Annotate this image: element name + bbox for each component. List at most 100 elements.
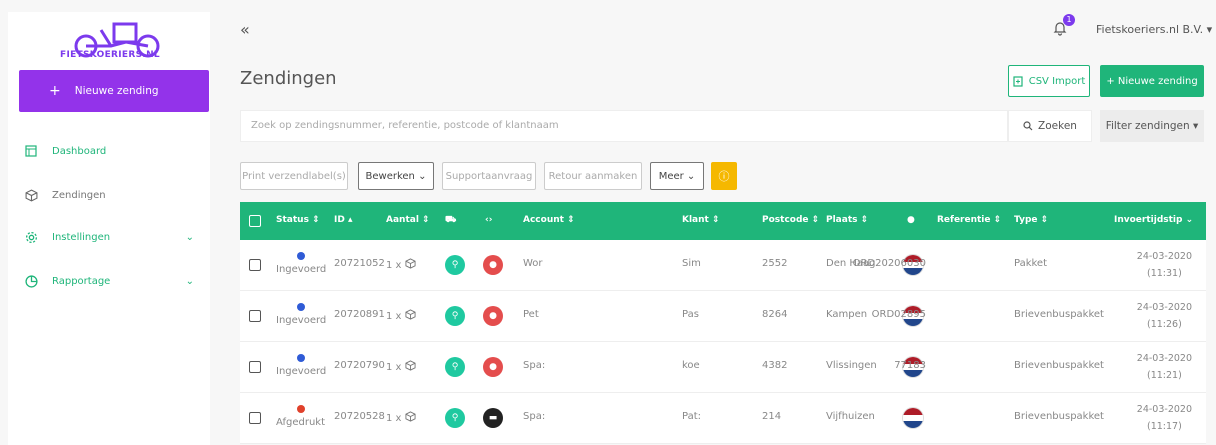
chevron-down-icon: ⌄ <box>185 275 194 287</box>
shipment-id[interactable]: 20721052 <box>334 258 385 269</box>
city: Kampen <box>826 309 868 320</box>
account-name: Spa: <box>523 360 546 371</box>
status-dot <box>297 405 305 413</box>
shipment-id[interactable]: 20720528 <box>334 411 385 422</box>
entry-date: 24-03-2020 <box>1136 251 1192 262</box>
status-label: Ingevoerd <box>276 366 327 377</box>
new-shipment-sidebar-button[interactable]: + Nieuwe zending <box>19 70 209 112</box>
entry-clock: (11:21) <box>1146 370 1182 381</box>
client-name: Sim <box>682 258 701 269</box>
keyboard-icon: ▬ <box>483 408 503 428</box>
company-name: Fietskoeriers.nl B.V. <box>1096 23 1204 36</box>
header-entry-time[interactable]: Invoertijdstip ⌄ <box>1114 215 1193 225</box>
bike-courier-icon: ⚲ <box>445 408 465 428</box>
csv-import-button[interactable]: CSV Import <box>1008 65 1090 97</box>
package-type: Brievenbuspakket <box>1014 309 1104 320</box>
amount: 1 x <box>386 309 416 322</box>
package-icon <box>405 360 416 371</box>
sidebar-item-dashboard[interactable]: Dashboard <box>24 144 194 158</box>
support-request-button[interactable]: Supportaanvraag <box>442 162 536 190</box>
sidebar: FIETSKOERIERS.NL + Nieuwe zending Dashbo… <box>8 12 210 445</box>
search-button[interactable]: Zoeken <box>1008 110 1092 142</box>
package-icon <box>24 188 38 202</box>
client-name: Pas <box>682 309 699 320</box>
table-row[interactable]: Ingevoerd 20721052 1 x ⚲ ● Wor Sim 2552 … <box>240 240 1206 291</box>
header-client[interactable]: Klant ⇕ <box>682 215 720 225</box>
amount: 1 x <box>386 411 416 424</box>
amount: 1 x <box>386 258 416 271</box>
shipment-id[interactable]: 20720891 <box>334 309 385 320</box>
entry-date: 24-03-2020 <box>1136 302 1192 313</box>
header-reference[interactable]: Referentie ⇕ <box>937 215 1001 225</box>
drop-icon: ● <box>483 306 503 326</box>
entry-clock: (11:26) <box>1146 319 1182 330</box>
row-checkbox[interactable] <box>249 259 261 271</box>
drop-icon: ● <box>483 357 503 377</box>
postcode: 4382 <box>762 360 788 371</box>
sidebar-item-label: Dashboard <box>52 145 107 157</box>
sidebar-item-label: Zendingen <box>52 189 106 201</box>
amount: 1 x <box>386 360 416 373</box>
header-amount[interactable]: Aantal ⇕ <box>386 215 430 225</box>
city: Vijfhuizen <box>826 411 875 422</box>
filter-dropdown[interactable]: Filter zendingen ▾ <box>1100 110 1204 142</box>
row-checkbox[interactable] <box>249 412 261 424</box>
row-checkbox[interactable] <box>249 310 261 322</box>
warning-icon[interactable]: ⓘ <box>711 162 737 190</box>
table-row[interactable]: Afgedrukt 20720528 1 x ⚲ ▬ Spa: Pat: 214… <box>240 393 1206 444</box>
netherlands-flag-icon <box>902 407 924 429</box>
chevron-down-icon: ⌄ <box>683 170 696 182</box>
header-city[interactable]: Plaats ⇕ <box>826 215 868 225</box>
postcode: 214 <box>762 411 782 422</box>
table-row[interactable]: Ingevoerd 20720891 1 x ⚲ ● Pet Pas 8264 … <box>240 291 1206 342</box>
create-return-button[interactable]: Retour aanmaken <box>544 162 642 190</box>
header-id[interactable]: ID ▴ <box>334 215 352 225</box>
sidebar-item-instellingen[interactable]: Instellingen ⌄ <box>24 230 194 244</box>
more-dropdown[interactable]: Meer ⌄ <box>650 162 704 190</box>
header-account[interactable]: Account ⇕ <box>523 215 575 225</box>
reference: ORD02895 <box>871 309 926 320</box>
sidebar-item-label: Rapportage <box>52 275 111 287</box>
client-name: Pat: <box>682 411 701 422</box>
header-status[interactable]: Status ⇕ <box>276 215 320 225</box>
header-postcode[interactable]: Postcode ⇕ <box>762 215 819 225</box>
chevron-down-icon: ⌄ <box>414 170 427 182</box>
csv-import-label: CSV Import <box>1028 75 1086 87</box>
new-shipment-button[interactable]: + Nieuwe zending <box>1100 65 1204 97</box>
notification-badge: 1 <box>1063 14 1075 26</box>
select-all-checkbox[interactable] <box>249 215 261 227</box>
dashboard-icon <box>24 144 38 158</box>
package-icon <box>405 258 416 269</box>
edit-dropdown[interactable]: Bewerken ⌄ <box>358 162 434 190</box>
print-labels-button[interactable]: Print verzendlabel(s) <box>240 162 348 190</box>
shipment-id[interactable]: 20720790 <box>334 360 385 371</box>
sidebar-item-label: Instellingen <box>52 231 111 243</box>
bike-icon: ⛟ <box>445 215 457 225</box>
entry-clock: (11:17) <box>1146 421 1182 432</box>
entry-time: 24-03-2020 (11:21) <box>1137 350 1192 384</box>
table-row[interactable]: Ingevoerd 20720790 1 x ⚲ ● Spa: koe 4382… <box>240 342 1206 393</box>
page-title: Zendingen <box>240 68 337 89</box>
logo-text: FIETSKOERIERS.NL <box>60 50 160 60</box>
client-name: koe <box>682 360 700 371</box>
package-icon <box>405 411 416 422</box>
status-dot <box>297 354 305 362</box>
entry-date: 24-03-2020 <box>1136 353 1192 364</box>
sidebar-item-zendingen[interactable]: Zendingen <box>24 188 194 202</box>
city: Vlissingen <box>826 360 877 371</box>
bike-courier-icon: ⚲ <box>445 306 465 326</box>
status-dot <box>297 252 305 260</box>
account-name: Pet <box>523 309 539 320</box>
sidebar-item-rapportage[interactable]: Rapportage ⌄ <box>24 274 194 288</box>
header-type[interactable]: Type ⇕ <box>1014 215 1048 225</box>
entry-time: 24-03-2020 (11:26) <box>1137 299 1192 333</box>
company-menu[interactable]: Fietskoeriers.nl B.V. ▾ <box>1096 23 1212 36</box>
chart-pie-icon <box>24 274 38 288</box>
package-icon <box>405 309 416 320</box>
package-type: Brievenbuspakket <box>1014 360 1104 371</box>
row-checkbox[interactable] <box>249 361 261 373</box>
chevron-down-icon: ⌄ <box>185 231 194 243</box>
caret-down-icon: ▾ <box>1206 23 1213 36</box>
search-input[interactable]: Zoek op zendingsnummer, referentie, post… <box>240 110 1008 142</box>
collapse-sidebar-button[interactable]: « <box>240 20 250 39</box>
